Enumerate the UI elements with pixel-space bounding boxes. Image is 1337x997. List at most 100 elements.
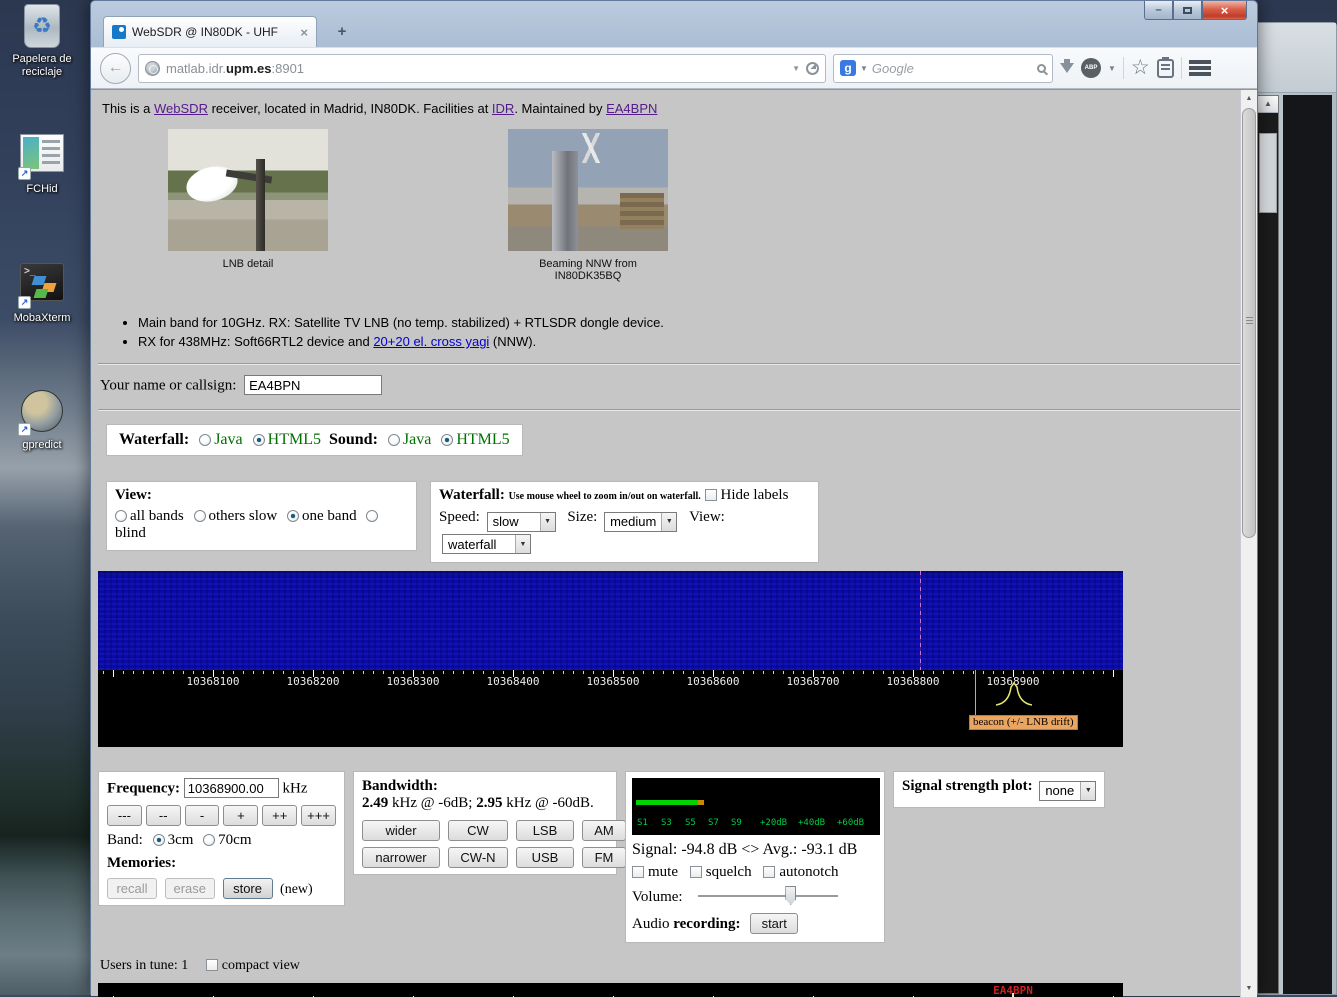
back-button[interactable]: ← [100, 53, 131, 84]
tab-close-icon[interactable]: × [300, 25, 308, 40]
page-scrollbar[interactable]: ▲ ▼ [1240, 90, 1257, 997]
desktop-icon-recycle-bin[interactable]: ♻ Papelera de reciclaje [3, 4, 81, 79]
waterfall-java-radio[interactable] [199, 434, 211, 446]
view-one-band-label: one band [302, 508, 357, 524]
signal-plot-select[interactable]: none▼ [1039, 781, 1096, 801]
step-down-3-button[interactable]: --- [107, 805, 142, 826]
url-text[interactable]: matlab.idr.upm.es:8901 [166, 61, 786, 76]
desktop-icon-fchid[interactable]: ↗ FCHid [3, 134, 81, 196]
step-down-1-button[interactable]: - [185, 805, 220, 826]
signal-panel: S1 S3 S5 S7 S9 +20dB +40dB +60dB Signal:… [625, 771, 885, 943]
usb-button[interactable]: USB [516, 847, 574, 868]
scroll-up-icon[interactable]: ▲ [1258, 96, 1278, 113]
scroll-up-icon[interactable]: ▲ [1241, 91, 1257, 106]
recall-button[interactable]: recall [107, 878, 157, 899]
search-bar[interactable]: g ▼ Google [833, 54, 1053, 83]
avg-value: -93.1 dB [801, 841, 857, 858]
tab-websdr[interactable]: WebSDR @ IN80DK - UHF × [103, 16, 317, 47]
bookmark-star-icon[interactable]: ☆ [1131, 58, 1150, 78]
url-bar[interactable]: matlab.idr.upm.es:8901 ▼ [138, 54, 826, 83]
step-up-1-button[interactable]: + [223, 805, 258, 826]
page-scrollbar-thumb[interactable] [1242, 108, 1256, 538]
volume-slider[interactable] [698, 889, 838, 903]
idr-link[interactable]: IDR [492, 101, 514, 116]
step-up-3-button[interactable]: +++ [301, 805, 336, 826]
hide-labels-checkbox[interactable] [705, 489, 717, 501]
view-all-bands-radio[interactable] [115, 510, 127, 522]
minimize-button[interactable]: – [1144, 1, 1173, 20]
signal-value: -94.8 dB [681, 841, 737, 858]
am-button[interactable]: AM [582, 820, 626, 841]
background-window[interactable]: ▲ [1246, 22, 1337, 995]
close-button[interactable]: × [1202, 1, 1247, 20]
render-options-box: Waterfall: Java HTML5 Sound: Java HTML5 [106, 424, 523, 456]
restore-icon [1183, 7, 1192, 14]
url-dropdown-icon[interactable]: ▼ [792, 64, 800, 73]
view-others-slow-radio[interactable] [194, 510, 206, 522]
downloads-icon[interactable] [1060, 63, 1074, 80]
store-button[interactable]: store [223, 878, 273, 899]
ea4bpn-link[interactable]: EA4BPN [606, 101, 657, 116]
navigation-toolbar: ← matlab.idr.upm.es:8901 ▼ g ▼ Google AB… [91, 47, 1257, 89]
lsb-button[interactable]: LSB [516, 820, 574, 841]
sound-html5-radio[interactable] [441, 434, 453, 446]
volume-slider-thumb[interactable] [785, 886, 796, 905]
step-down-2-button[interactable]: -- [146, 805, 181, 826]
wider-button[interactable]: wider [362, 820, 440, 841]
engine-dropdown-icon[interactable]: ▼ [860, 64, 868, 73]
yagi-link[interactable]: 20+20 el. cross yagi [373, 334, 489, 349]
step-up-2-button[interactable]: ++ [262, 805, 297, 826]
autonotch-checkbox[interactable] [763, 866, 775, 878]
hamburger-menu-icon[interactable] [1189, 60, 1211, 76]
background-scrollbar-thumb[interactable] [1259, 133, 1277, 213]
s-meter-bar [636, 800, 698, 805]
frequency-step-buttons: --- -- - + ++ +++ [107, 805, 336, 826]
band-70cm-radio[interactable] [203, 834, 215, 846]
maximize-button[interactable] [1173, 1, 1202, 20]
memories-new-note: (new) [280, 882, 313, 897]
sound-java-radio[interactable] [388, 434, 400, 446]
scroll-down-icon[interactable]: ▼ [1241, 981, 1257, 996]
mute-checkbox[interactable] [632, 866, 644, 878]
waterfall-html5-radio[interactable] [253, 434, 265, 446]
adblock-dropdown-icon[interactable]: ▼ [1108, 64, 1116, 73]
websdr-link[interactable]: WebSDR [154, 101, 208, 116]
bookmarks-menu-icon[interactable] [1157, 59, 1174, 78]
desktop-icon-gpredict[interactable]: ↗ gpredict [3, 390, 81, 452]
band-3cm-radio[interactable] [153, 834, 165, 846]
compact-view-checkbox[interactable] [206, 959, 218, 971]
note-item: Main band for 10GHz. RX: Satellite TV LN… [138, 315, 1240, 330]
squelch-checkbox[interactable] [690, 866, 702, 878]
fm-button[interactable]: FM [582, 847, 626, 868]
freq-tick-label: 10368800 [878, 675, 948, 688]
recording-start-button[interactable]: start [750, 913, 798, 934]
adblock-icon[interactable]: ABP [1081, 58, 1101, 78]
erase-button[interactable]: erase [165, 878, 216, 899]
search-icon[interactable] [1037, 64, 1046, 73]
callsign-input[interactable] [244, 375, 382, 395]
search-input[interactable]: Google [872, 61, 1033, 76]
background-window-scrollbar[interactable]: ▲ [1257, 95, 1279, 994]
view-mode-select[interactable]: waterfall▼ [442, 534, 531, 554]
waterfall-display[interactable]: 10368100 10368200 10368300 10368400 1036… [98, 571, 1123, 747]
view-blind-radio[interactable] [366, 510, 378, 522]
speed-select[interactable]: slow▼ [487, 512, 556, 532]
site-identity-globe-icon[interactable] [145, 61, 160, 76]
new-tab-button[interactable]: + [329, 21, 355, 43]
waterfall-spectrum[interactable] [98, 571, 1123, 670]
view-one-band-radio[interactable] [287, 510, 299, 522]
bandwidth-panel: Bandwidth: 2.49 kHz @ -6dB; 2.95 kHz @ -… [353, 771, 617, 875]
narrower-button[interactable]: narrower [362, 847, 440, 868]
frequency-panel: Frequency: kHz --- -- - + ++ +++ Band: 3… [98, 771, 345, 906]
signal-readout: Signal: -94.8 dB <> Avg.: -93.1 dB [632, 841, 880, 859]
desktop-icon-mobaxterm[interactable]: >_ ↗ MobaXterm [3, 263, 81, 325]
option-boxes: View: all bands others slow one band bli… [106, 481, 1240, 563]
divider [98, 363, 1240, 365]
google-engine-icon[interactable]: g [840, 60, 856, 76]
users-in-tune-label: Users in tune: 1 [100, 958, 188, 973]
frequency-input[interactable] [184, 778, 279, 798]
cwn-button[interactable]: CW-N [448, 847, 508, 868]
cw-button[interactable]: CW [448, 820, 508, 841]
size-select[interactable]: medium▼ [604, 512, 677, 532]
reload-icon[interactable] [806, 62, 819, 75]
